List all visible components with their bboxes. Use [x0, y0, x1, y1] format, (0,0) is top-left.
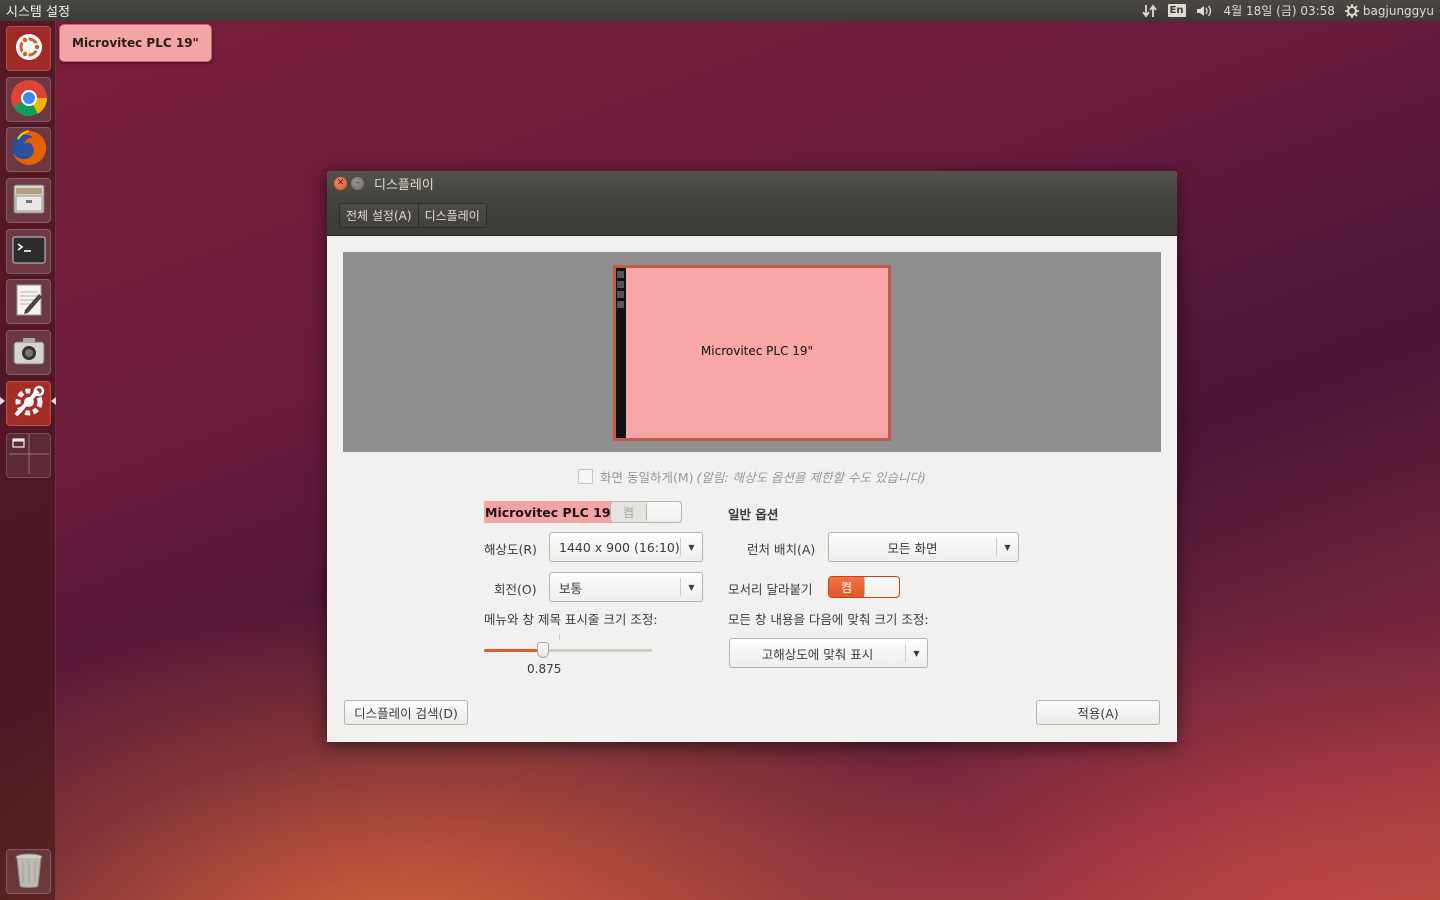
scale-all-combo[interactable]: 고해상도에 맞춰 표시 ▼ [729, 638, 928, 668]
mirror-displays-row: 화면 동일하게(M) (알림: 해상도 옵션을 제한할 수도 있습니다) [578, 467, 926, 486]
scale-slider-handle[interactable] [537, 642, 549, 658]
breadcrumb: 전체 설정(A) 디스플레이 [339, 203, 487, 228]
launcher-text-editor[interactable] [6, 279, 51, 324]
display-settings-window: ✕ – 디스플레이 전체 설정(A) 디스플레이 Microvitec PLC … [327, 171, 1177, 742]
trash-icon [12, 850, 46, 893]
text-editor-icon [11, 282, 47, 321]
screenshot-icon [11, 333, 47, 372]
sticky-edges-toggle-label: 켬 [829, 577, 864, 597]
close-icon[interactable]: ✕ [334, 177, 347, 190]
launcher-firefox[interactable] [6, 127, 51, 172]
mirror-displays-checkbox[interactable] [578, 469, 593, 484]
breadcrumb-all-settings[interactable]: 전체 설정(A) [340, 204, 418, 227]
focused-app-pip [51, 397, 56, 405]
scale-slider[interactable] [484, 642, 652, 658]
indicators: En 4월 18일 (금) 03:58 bagjunggyu [1141, 2, 1440, 19]
launcher-files[interactable] [6, 178, 51, 223]
chevron-down-icon: ▼ [680, 538, 702, 556]
username: bagjunggyu [1362, 3, 1434, 18]
launcher-system-settings[interactable] [6, 381, 51, 426]
files-icon [11, 181, 47, 220]
monitor-preview-label: Microvitec PLC 19" [700, 344, 814, 358]
breadcrumb-display[interactable]: 디스플레이 [417, 204, 486, 227]
launcher-strip-preview [616, 268, 626, 438]
launcher-terminal[interactable] [6, 229, 51, 274]
app-menu-title[interactable]: 시스템 설정 [6, 1, 70, 20]
launcher-trash[interactable] [6, 849, 51, 894]
toggle-knob [646, 502, 681, 522]
chevron-down-icon: ▼ [905, 644, 927, 662]
display-arrangement-area: Microvitec PLC 19" [343, 252, 1161, 452]
rotation-combo[interactable]: 보통 ▼ [549, 572, 703, 602]
network-icon[interactable] [1141, 3, 1158, 18]
window-toolbar: 전체 설정(A) 디스플레이 [327, 196, 1177, 236]
window-titlebar[interactable]: ✕ – 디스플레이 [327, 171, 1177, 196]
scale-label: 메뉴와 창 제목 표시줄 크기 조정: [484, 612, 658, 627]
launcher-dash[interactable] [6, 26, 51, 71]
slider-default-mark [559, 634, 560, 640]
gear-icon [1344, 3, 1359, 18]
launcher-placement-label: 런처 배치(A) [747, 542, 816, 557]
resolution-combo[interactable]: 1440 x 900 (16:10) ▼ [549, 532, 703, 562]
scale-value: 0.875 [527, 662, 562, 676]
system-settings-icon [10, 383, 48, 424]
general-options-heading: 일반 옵션 [728, 507, 779, 522]
clock[interactable]: 4월 18일 (금) 03:58 [1224, 2, 1335, 19]
monitor-power-toggle-label: 켬 [611, 502, 646, 522]
ubuntu-dash-icon [14, 32, 44, 65]
session-menu[interactable]: bagjunggyu [1344, 3, 1434, 18]
launcher-workspace-switcher[interactable] [6, 433, 51, 478]
launcher [0, 21, 56, 900]
toggle-knob [864, 577, 899, 597]
volume-icon[interactable] [1196, 4, 1214, 18]
chevron-down-icon: ▼ [680, 578, 702, 596]
mirror-displays-label: 화면 동일하게(M) [600, 470, 694, 485]
chevron-down-icon: ▼ [996, 538, 1018, 556]
launcher-tooltip: Microvitec PLC 19" [59, 24, 212, 62]
monitor-preview[interactable]: Microvitec PLC 19" [613, 265, 891, 441]
launcher-chrome[interactable] [6, 77, 51, 122]
active-app-pip [0, 397, 5, 405]
workspace-switcher-icon [7, 432, 51, 479]
monitor-name: Microvitec PLC 19" [484, 501, 619, 523]
resolution-label: 해상도(R) [484, 542, 537, 557]
launcher-screenshot[interactable] [6, 330, 51, 375]
scale-slider-fill [484, 649, 543, 652]
keyboard-layout-indicator[interactable]: En [1167, 4, 1186, 17]
mirror-displays-note: (알림: 해상도 옵션을 제한할 수도 있습니다) [696, 470, 926, 485]
minimize-icon[interactable]: – [351, 177, 364, 190]
scale-all-value: 고해상도에 맞춰 표시 [761, 646, 874, 662]
firefox-icon [10, 129, 48, 170]
window-title: 디스플레이 [374, 178, 434, 193]
apply-button[interactable]: 적용(A) [1036, 700, 1160, 725]
detect-displays-button[interactable]: 디스플레이 검색(D) [344, 700, 468, 725]
rotation-value: 보통 [559, 580, 583, 596]
resolution-value: 1440 x 900 (16:10) [559, 539, 680, 555]
launcher-placement-value: 모든 화면 [887, 540, 938, 556]
top-panel: 시스템 설정 En 4월 18일 (금) 03:58 bagjunggyu [0, 0, 1440, 21]
keyboard-layout-label: En [1167, 4, 1186, 17]
launcher-placement-combo[interactable]: 모든 화면 ▼ [828, 532, 1019, 562]
monitor-power-toggle[interactable]: 켬 [610, 501, 682, 523]
chrome-icon [10, 79, 48, 120]
sticky-edges-toggle[interactable]: 켬 [828, 576, 900, 598]
sticky-edges-label: 모서리 달라붙기 [728, 582, 813, 597]
terminal-icon [11, 232, 47, 271]
rotation-label: 회전(O) [494, 582, 537, 597]
scale-all-label: 모든 창 내용을 다음에 맞춰 크기 조정: [728, 612, 929, 627]
